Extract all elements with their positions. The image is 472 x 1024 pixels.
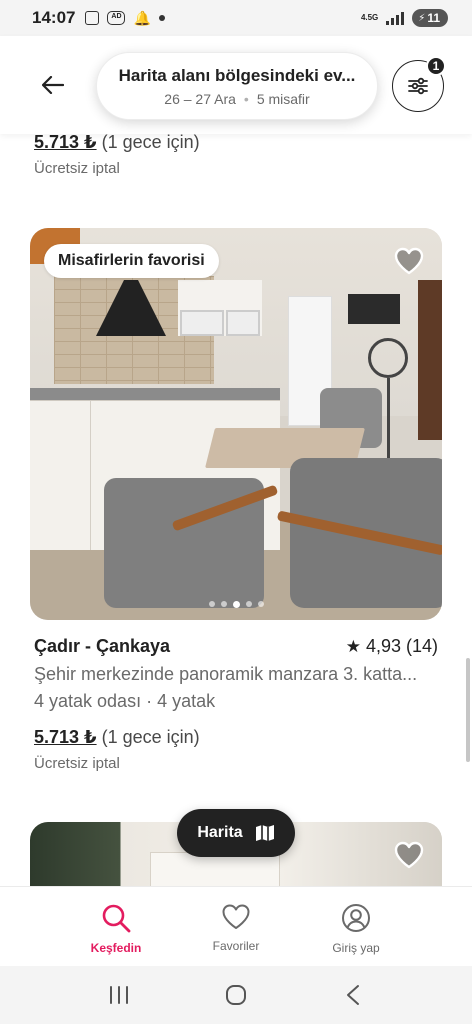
- listing-rating: ★ 4,93 (14): [346, 636, 438, 657]
- notification-icons: AD 🔔: [85, 9, 165, 27]
- battery-level: 11: [427, 11, 440, 25]
- heart-icon: [394, 841, 424, 869]
- network-label: 4.5G: [360, 13, 379, 22]
- map-icon: [255, 825, 274, 841]
- signal-icon: [386, 11, 405, 25]
- system-back-button[interactable]: [333, 975, 373, 1015]
- status-bar: 14:07 AD 🔔 4.5G ⚡ 11: [0, 0, 472, 36]
- pagination-dot: [220, 601, 227, 607]
- bell-icon: 🔔: [133, 9, 151, 26]
- rating-value: 4,93 (14): [365, 636, 438, 656]
- search-location: Harita alanı bölgesindeki ev...: [118, 65, 356, 85]
- home-button[interactable]: [216, 975, 256, 1015]
- listing-cancellation: Ücretsiz iptal: [34, 755, 120, 772]
- show-map-button[interactable]: Harita: [177, 809, 295, 857]
- pagination-dot: [232, 601, 240, 608]
- price-amount: 5.713 ₺: [34, 132, 97, 152]
- wishlist-button[interactable]: [392, 244, 426, 278]
- search-icon: [102, 904, 131, 933]
- ad-icon: AD: [107, 11, 126, 25]
- recent-apps-icon: [109, 986, 128, 1004]
- price-period: (1 gece için): [101, 727, 200, 747]
- price-amount: 5.713 ₺: [34, 727, 97, 747]
- photo-pagination: [30, 601, 442, 608]
- back-button[interactable]: [36, 70, 70, 100]
- heart-icon: [394, 247, 424, 275]
- system-icons: 4.5G ⚡ 11: [361, 9, 448, 27]
- bottom-navigation: Keşfedin Favoriler Giriş yap: [0, 886, 472, 966]
- pagination-dot: [257, 601, 264, 607]
- listing-photo: [30, 228, 442, 620]
- separator-dot: •: [243, 90, 249, 107]
- profile-icon: [342, 904, 370, 932]
- listing-details[interactable]: Çadır - Çankaya ★ 4,93 (14) Şehir merkez…: [34, 636, 438, 712]
- nav-login[interactable]: Giriş yap: [317, 887, 395, 966]
- guest-favorite-badge: Misafirlerin favorisi: [44, 244, 219, 278]
- home-icon: [225, 985, 246, 1005]
- sliders-icon: [408, 77, 428, 95]
- listing-photo-carousel[interactable]: Misafirlerin favorisi: [30, 228, 442, 620]
- more-dot-icon: [158, 15, 165, 21]
- recent-apps-button[interactable]: [99, 975, 139, 1015]
- scrollbar-thumb[interactable]: [466, 658, 470, 762]
- map-button-label: Harita: [197, 824, 243, 841]
- prev-listing-price[interactable]: 5.713 ₺ (1 gece için): [34, 132, 200, 153]
- system-navigation-bar: [0, 966, 472, 1024]
- filter-count-badge: 1: [426, 56, 446, 76]
- search-summary-button[interactable]: Harita alanı bölgesindeki ev... 26 – 27 …: [96, 52, 378, 120]
- search-header: Harita alanı bölgesindeki ev... 26 – 27 …: [0, 36, 472, 134]
- nav-label: Favoriler: [212, 939, 260, 953]
- screenshot-icon: [85, 11, 100, 25]
- chevron-left-icon: [347, 985, 360, 1005]
- nav-label: Keşfedin: [90, 941, 142, 955]
- price-period: (1 gece için): [101, 132, 200, 152]
- pagination-dot: [245, 601, 252, 607]
- search-details: 26 – 27 Ara • 5 misafir: [164, 91, 309, 107]
- listing-title: Çadır - Çankaya: [34, 636, 171, 656]
- arrow-left-icon: [42, 76, 64, 94]
- status-time: 14:07: [32, 8, 76, 27]
- wishlist-button[interactable]: [392, 838, 426, 872]
- search-guests: 5 misafir: [256, 90, 310, 107]
- listing-beds: 4 yatak odası · 4 yatak: [34, 691, 216, 711]
- listing-description: Şehir merkezinde panoramik manzara 3. ka…: [34, 664, 418, 684]
- listing-price[interactable]: 5.713 ₺ (1 gece için): [34, 727, 200, 748]
- nav-label: Giriş yap: [332, 941, 380, 955]
- nav-wishlists[interactable]: Favoriler: [197, 887, 275, 966]
- pagination-dot: [208, 601, 215, 607]
- heart-icon: [222, 904, 250, 929]
- nav-explore[interactable]: Keşfedin: [77, 887, 155, 966]
- battery-icon: ⚡ 11: [412, 9, 448, 27]
- prev-listing-cancellation: Ücretsiz iptal: [34, 160, 120, 177]
- star-icon: ★: [345, 636, 361, 656]
- search-dates: 26 – 27 Ara: [164, 90, 236, 107]
